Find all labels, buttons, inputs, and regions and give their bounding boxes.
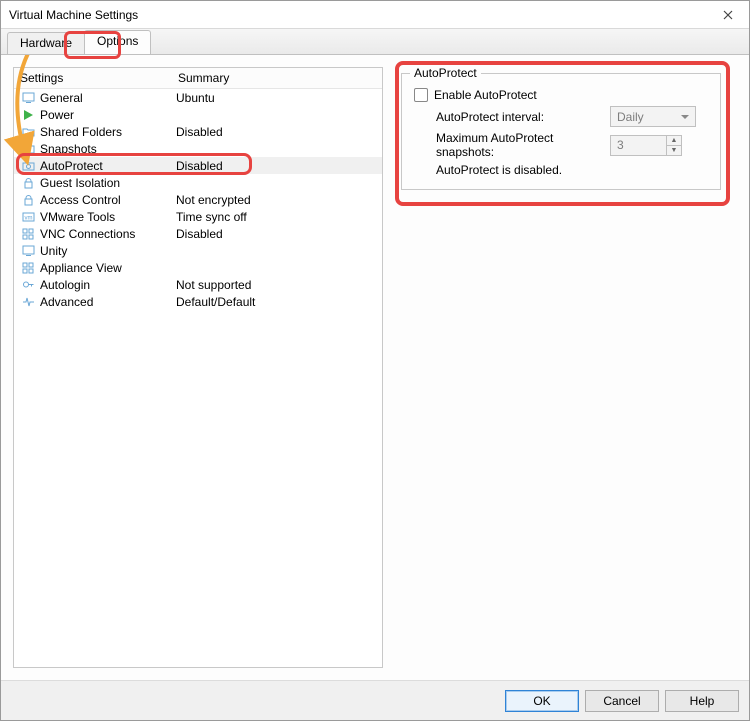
list-item-label: Advanced: [40, 295, 176, 309]
list-item-vmware-tools[interactable]: vm VMware Tools Time sync off: [14, 208, 382, 225]
list-item-label: Power: [40, 108, 176, 122]
monitor-icon: [20, 91, 36, 105]
list-header: Settings Summary: [14, 68, 382, 89]
group-title: AutoProtect: [410, 66, 481, 80]
interval-select[interactable]: Daily: [610, 106, 696, 127]
list-item-unity[interactable]: Unity: [14, 242, 382, 259]
max-value: 3: [617, 138, 624, 152]
list-item-summary: Not supported: [176, 278, 382, 292]
svg-text:vm: vm: [24, 216, 32, 222]
tab-hardware-label: Hardware: [20, 36, 72, 50]
tab-hardware[interactable]: Hardware: [7, 32, 85, 54]
enable-autoprotect-checkbox[interactable]: [414, 88, 428, 102]
list-item-summary: Not encrypted: [176, 193, 382, 207]
list-item-label: VMware Tools: [40, 210, 176, 224]
list-item-advanced[interactable]: Advanced Default/Default: [14, 293, 382, 310]
list-item-label: Appliance View: [40, 261, 176, 275]
list-item-label: Unity: [40, 244, 176, 258]
list-item-guest-isolation[interactable]: Guest Isolation: [14, 174, 382, 191]
list-item-label: VNC Connections: [40, 227, 176, 241]
cancel-label: Cancel: [603, 694, 640, 708]
list-item-access-control[interactable]: Access Control Not encrypted: [14, 191, 382, 208]
max-label: Maximum AutoProtect snapshots:: [414, 131, 604, 159]
camera-icon: [20, 159, 36, 173]
list-item-label: Guest Isolation: [40, 176, 176, 190]
list-item-label: Snapshots: [40, 142, 176, 156]
list-item-snapshots[interactable]: Snapshots: [14, 140, 382, 157]
list-item-shared-folders[interactable]: Shared Folders Disabled: [14, 123, 382, 140]
autoprotect-group: AutoProtect Enable AutoProtect AutoProte…: [401, 73, 721, 190]
tab-options[interactable]: Options: [84, 30, 151, 54]
grid-icon: [20, 227, 36, 241]
close-button[interactable]: [707, 1, 749, 29]
list-item-general[interactable]: General Ubuntu: [14, 89, 382, 106]
vm-icon: vm: [20, 210, 36, 224]
play-icon: [20, 108, 36, 122]
camera-icon: [20, 142, 36, 156]
list-item-summary: Default/Default: [176, 295, 382, 309]
list-item-summary: Time sync off: [176, 210, 382, 224]
titlebar: Virtual Machine Settings: [1, 1, 749, 29]
tabstrip: Hardware Options: [1, 29, 749, 55]
tab-options-label: Options: [97, 34, 138, 48]
interval-label: AutoProtect interval:: [414, 110, 604, 124]
list-item-appliance-view[interactable]: Appliance View: [14, 259, 382, 276]
ok-button[interactable]: OK: [505, 690, 579, 712]
ok-label: OK: [533, 694, 550, 708]
spin-up-button[interactable]: ▲: [667, 136, 681, 146]
footer: OK Cancel Help: [1, 680, 749, 720]
help-button[interactable]: Help: [665, 690, 739, 712]
lock-icon: [20, 193, 36, 207]
status-text: AutoProtect is disabled.: [414, 163, 562, 177]
client-area: Settings Summary General Ubuntu Power Sh…: [1, 55, 749, 720]
pulse-icon: [20, 295, 36, 309]
status-row: AutoProtect is disabled.: [414, 163, 708, 177]
list-item-label: Shared Folders: [40, 125, 176, 139]
spinner-buttons: ▲ ▼: [666, 136, 681, 155]
lock-icon: [20, 176, 36, 190]
list-item-power[interactable]: Power: [14, 106, 382, 123]
enable-row: Enable AutoProtect: [414, 88, 708, 102]
spin-down-button[interactable]: ▼: [667, 146, 681, 155]
list-item-label: Autologin: [40, 278, 176, 292]
list-item-summary: Disabled: [176, 125, 382, 139]
list-item-summary: Ubuntu: [176, 91, 382, 105]
grid-icon: [20, 261, 36, 275]
window-title: Virtual Machine Settings: [9, 8, 138, 22]
list-item-label: Access Control: [40, 193, 176, 207]
list-item-vnc-connections[interactable]: VNC Connections Disabled: [14, 225, 382, 242]
interval-value: Daily: [617, 110, 644, 124]
key-icon: [20, 278, 36, 292]
list-item-autologin[interactable]: Autologin Not supported: [14, 276, 382, 293]
enable-autoprotect-label: Enable AutoProtect: [434, 88, 537, 102]
right-panel: AutoProtect Enable AutoProtect AutoProte…: [401, 67, 737, 668]
max-spinner[interactable]: 3 ▲ ▼: [610, 135, 682, 156]
max-row: Maximum AutoProtect snapshots: 3 ▲ ▼: [414, 131, 708, 159]
list-header-name: Settings: [20, 71, 178, 85]
main-area: Settings Summary General Ubuntu Power Sh…: [1, 55, 749, 680]
folder-icon: [20, 125, 36, 139]
monitor-icon: [20, 244, 36, 258]
close-icon: [723, 10, 733, 20]
list-item-autoprotect[interactable]: AutoProtect Disabled: [14, 157, 382, 174]
settings-list: Settings Summary General Ubuntu Power Sh…: [13, 67, 383, 668]
list-item-label: AutoProtect: [40, 159, 176, 173]
window: Virtual Machine Settings Hardware Option…: [0, 0, 750, 721]
help-label: Help: [690, 694, 715, 708]
list-item-summary: Disabled: [176, 227, 382, 241]
interval-row: AutoProtect interval: Daily: [414, 106, 708, 127]
list-header-summary: Summary: [178, 71, 382, 85]
cancel-button[interactable]: Cancel: [585, 690, 659, 712]
list-item-label: General: [40, 91, 176, 105]
list-item-summary: Disabled: [176, 159, 382, 173]
